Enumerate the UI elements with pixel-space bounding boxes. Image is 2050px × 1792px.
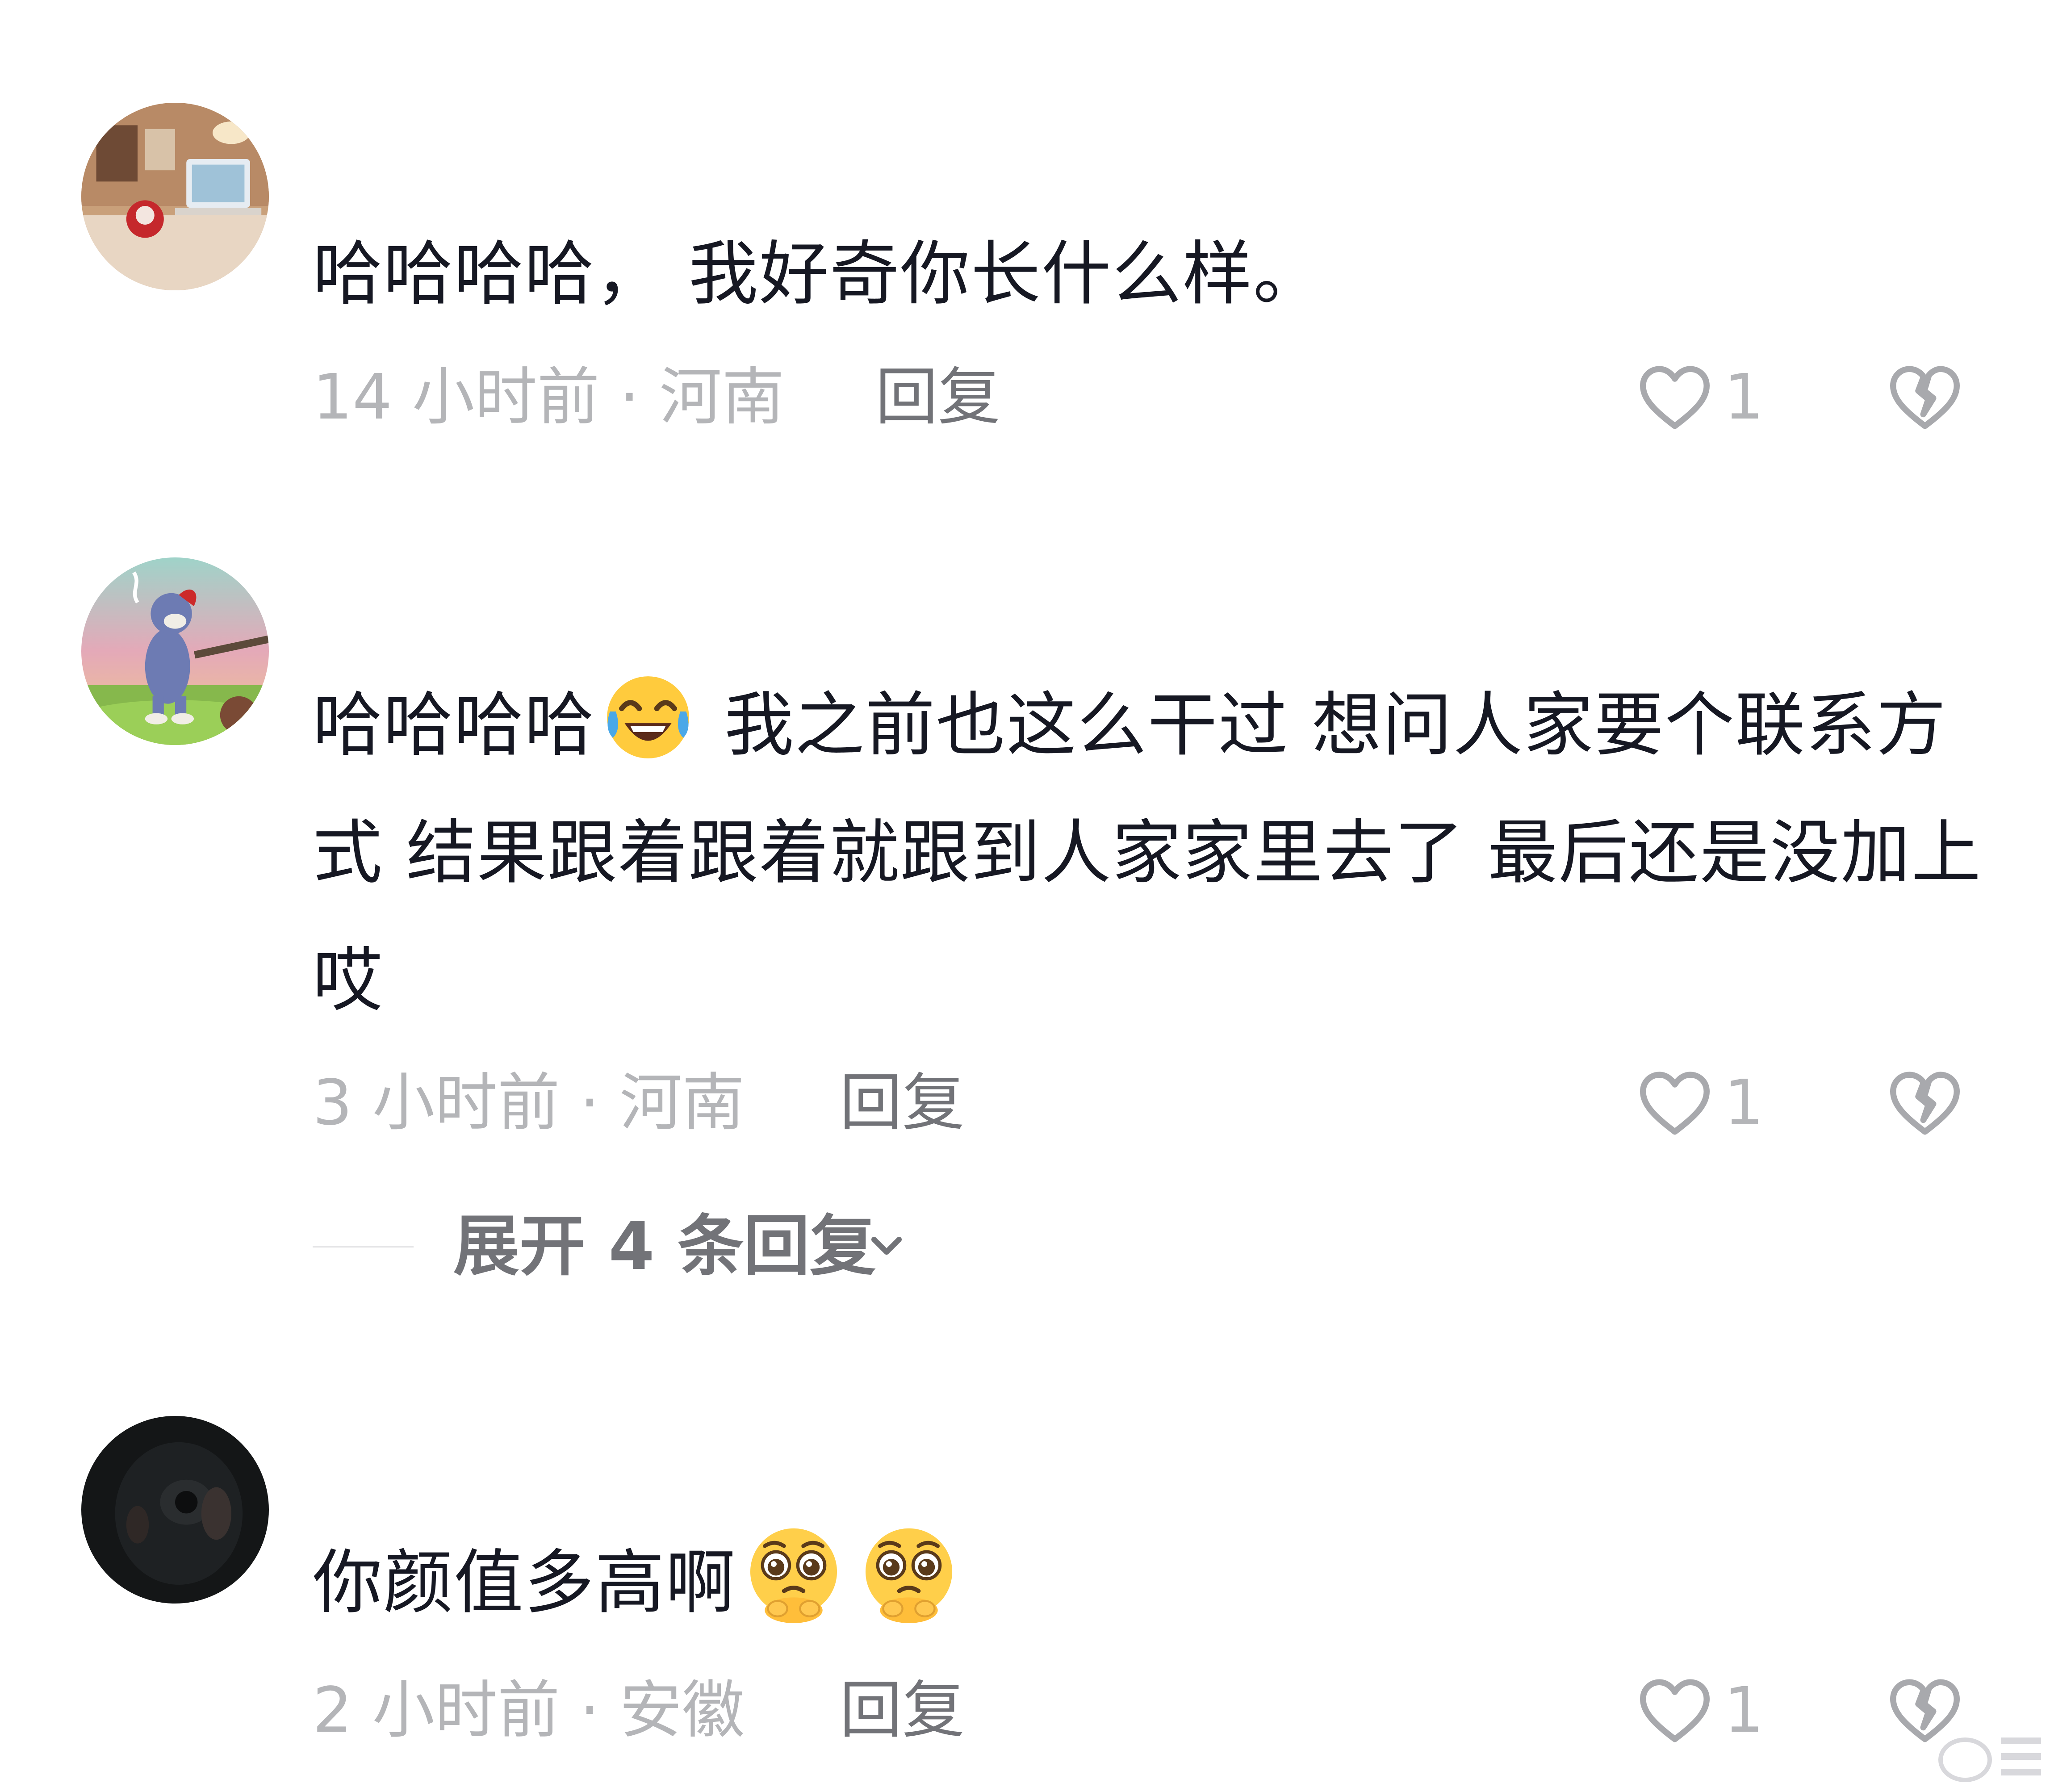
avatar[interactable] xyxy=(81,1416,269,1604)
broken-heart-icon[interactable] xyxy=(1885,1063,1965,1143)
comment-text: 哈哈哈哈 我之前也这么干过 想问人家要个联系方式 结果跟着跟着就跟到人家家里去了… xyxy=(313,661,1983,1044)
pleading-emoji xyxy=(742,1524,845,1626)
heart-outline-icon xyxy=(1640,1072,1710,1135)
avatar[interactable] xyxy=(81,103,269,290)
expand-replies-button[interactable]: 展开 4 条回复 xyxy=(313,1202,1027,1291)
reply-button[interactable]: 回复 xyxy=(875,353,1000,442)
expand-replies-label: 展开 4 条回复 xyxy=(453,1208,876,1285)
cartoon-cat-avatar-image xyxy=(81,557,269,745)
time-location-label: 3 小时前 · 河南 xyxy=(313,1067,745,1139)
heart-outline-icon xyxy=(1640,366,1710,429)
dark-portrait-avatar-image xyxy=(81,1416,269,1604)
comment-text: 哈哈哈哈， 我好奇你长什么样。 xyxy=(313,210,1983,338)
comment-body: 哈哈哈哈， 我好奇你长什么样。 xyxy=(313,233,1324,314)
comment-meta: 3 小时前 · 河南 回复 1 xyxy=(313,1059,1983,1148)
like-count: 1 xyxy=(1724,361,1764,434)
like-count: 1 xyxy=(1724,1067,1764,1139)
chevron-down-icon xyxy=(871,1237,902,1255)
comment-body: 你颜值多高啊 xyxy=(313,1542,736,1623)
like-button[interactable]: 1 xyxy=(1635,1671,1778,1751)
tears-of-joy-emoji xyxy=(601,670,695,764)
broken-heart-icon[interactable] xyxy=(1885,357,1965,438)
desk-room-avatar-image xyxy=(81,103,269,290)
comment-body-start: 哈哈哈哈 xyxy=(313,684,595,766)
reply-button[interactable]: 回复 xyxy=(840,1059,965,1148)
heart-outline-icon xyxy=(1640,1679,1710,1742)
avatar[interactable] xyxy=(81,557,269,745)
watermark-logo xyxy=(1938,1738,2041,1782)
comment-text: 你颜值多高啊 xyxy=(313,1519,1983,1646)
pleading-emoji xyxy=(858,1524,960,1626)
comment-meta: 14 小时前 · 河南 回复 1 xyxy=(313,353,1983,442)
time-location-label: 2 小时前 · 安徽 xyxy=(313,1674,745,1747)
comment-meta: 2 小时前 · 安徽 回复 1 xyxy=(313,1666,1983,1755)
time-location-label: 14 小时前 · 河南 xyxy=(313,361,785,434)
reply-button[interactable]: 回复 xyxy=(840,1666,965,1755)
like-count: 1 xyxy=(1724,1674,1764,1747)
like-button[interactable]: 1 xyxy=(1635,357,1778,438)
expand-divider xyxy=(313,1246,414,1248)
like-button[interactable]: 1 xyxy=(1635,1063,1778,1143)
